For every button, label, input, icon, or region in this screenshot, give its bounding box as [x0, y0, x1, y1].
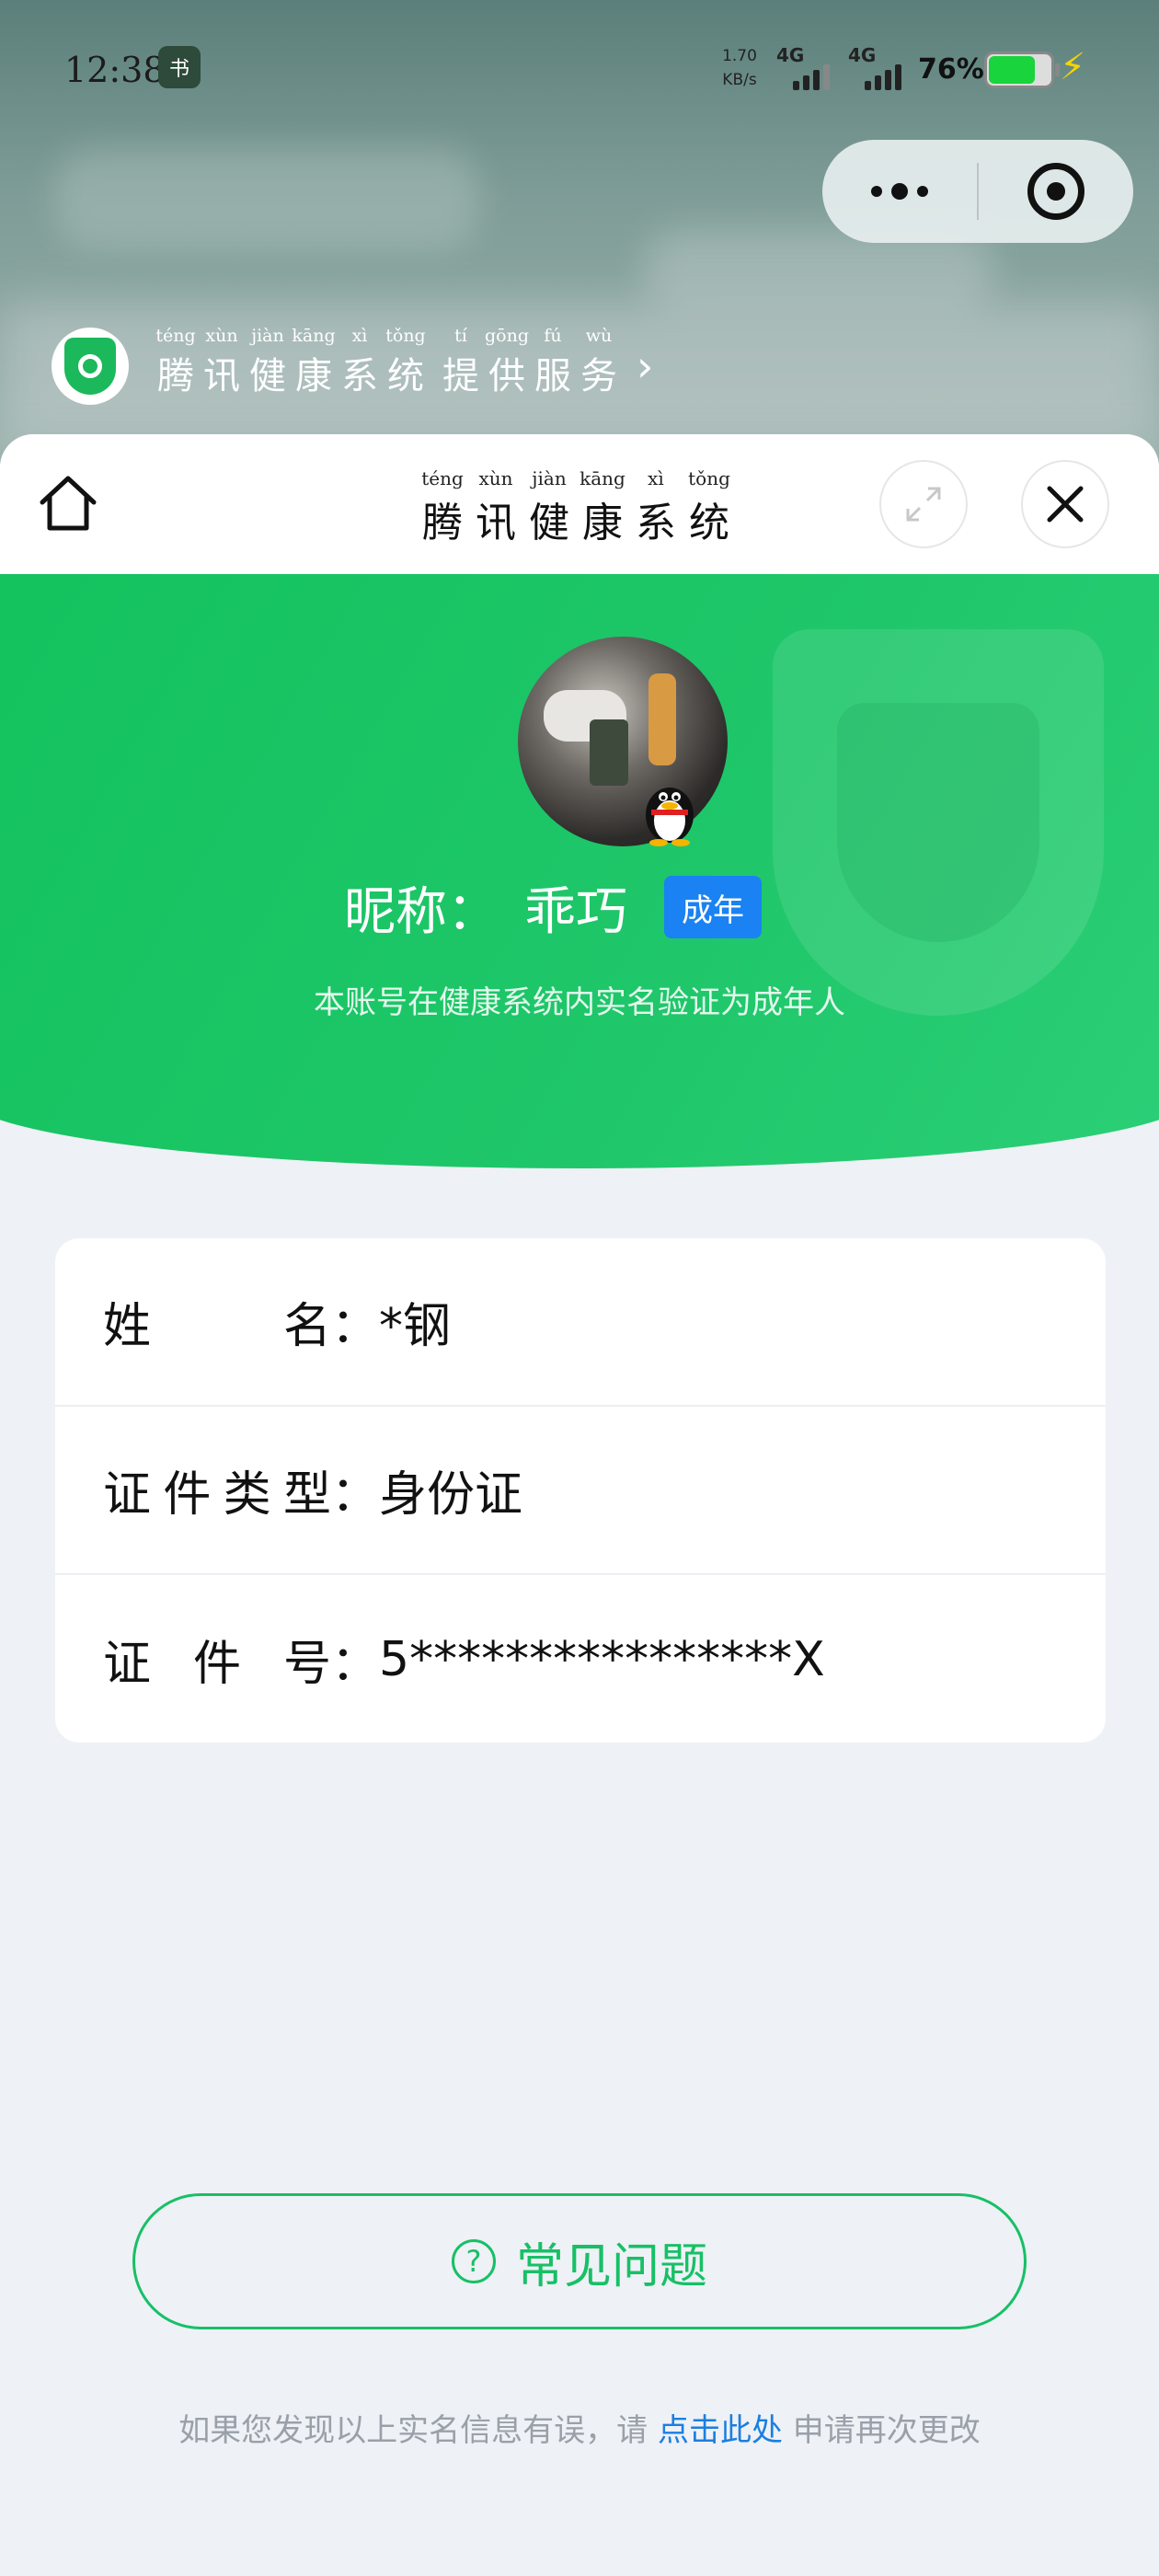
pinyin-syllable: téng	[421, 467, 464, 489]
hanzi-character: 系	[341, 355, 378, 397]
service-provider-link[interactable]: téng xùn jiàn kāng xì tǒng tí gōng fú wù 腾讯健康系统提供…	[52, 322, 653, 410]
hanzi-character: 统	[689, 500, 729, 546]
pinyin-syllable: wù	[585, 326, 613, 346]
adult-status-badge: 成年	[664, 876, 762, 938]
close-icon	[1047, 486, 1084, 523]
app-notification-icon: 书	[158, 46, 201, 88]
more-options-button[interactable]	[822, 140, 977, 243]
signal-indicator: 4G	[776, 44, 841, 90]
provider-pinyin: téng xùn jiàn kāng xì tǒng tí gōng fú wù	[153, 326, 622, 346]
hanzi-character: 提	[442, 355, 479, 397]
info-row-id-type: 证件类型： 身份证	[55, 1407, 1106, 1575]
hanzi-character: 务	[580, 355, 617, 397]
change-request-link[interactable]: 点击此处	[658, 2412, 783, 2449]
provider-text: téng xùn jiàn kāng xì tǒng tí gōng fú wù 腾讯健康系统提供…	[153, 326, 622, 399]
background-smear	[55, 147, 478, 248]
chevron-right-icon: ›	[637, 341, 654, 391]
info-value-name: *钢	[379, 1299, 452, 1354]
info-value-id-number: 5****************X	[379, 1631, 825, 1687]
expand-button[interactable]	[879, 460, 968, 548]
hanzi-character: 供	[488, 355, 525, 397]
pinyin-syllable: xùn	[478, 467, 513, 489]
footer-suffix: 申请再次更改	[783, 2412, 981, 2449]
identity-info-card: 姓名： *钢 证件类型： 身份证 证件号： 5****************X	[55, 1238, 1106, 1742]
faq-label: 常见问题	[515, 2238, 707, 2294]
info-row-id-number: 证件号： 5****************X	[55, 1575, 1106, 1742]
signal-bars-icon	[793, 64, 830, 90]
pinyin-syllable: kāng	[292, 326, 336, 346]
title-hanzi: 腾讯健康系统	[416, 489, 736, 548]
battery-percentage: 76%	[918, 53, 984, 86]
charging-icon: ⚡	[1060, 46, 1086, 88]
status-bar: 12:38 书 1.70 KB/s 4G 4G 76% ⚡	[0, 0, 1159, 138]
verification-description: 本账号在健康系统内实名验证为成年人	[314, 984, 845, 1021]
pinyin-syllable: jiàn	[532, 467, 567, 489]
question-icon: ?	[451, 2239, 496, 2283]
pinyin-syllable: gōng	[484, 326, 529, 346]
hanzi-character: 康	[295, 355, 332, 397]
pinyin-syllable: jiàn	[251, 326, 284, 346]
health-system-logo	[52, 328, 129, 405]
home-icon	[40, 476, 97, 531]
faq-button[interactable]: ? 常见问题	[132, 2193, 1027, 2329]
footer-prefix: 如果您发现以上实名信息有误，请	[178, 2412, 658, 2449]
info-label: 姓名：	[103, 1299, 379, 1354]
miniprogram-capsule	[822, 140, 1133, 243]
network-speed-value: 1.70	[722, 47, 757, 65]
pinyin-syllable: fú	[544, 326, 562, 346]
hanzi-character: 讯	[203, 355, 240, 397]
info-value-id-type: 身份证	[379, 1467, 523, 1523]
footer-note: 如果您发现以上实名信息有误，请 点击此处 申请再次更改	[0, 2405, 1159, 2450]
hanzi-character: 系	[636, 500, 676, 546]
sheet-header: téng xùn jiàn kāng xì tǒng 腾讯健康系统	[0, 434, 1159, 574]
sheet-title: téng xùn jiàn kāng xì tǒng 腾讯健康系统	[416, 467, 736, 548]
shield-watermark-inner	[837, 703, 1039, 942]
close-button[interactable]	[1021, 460, 1109, 548]
provider-hanzi: 腾讯健康系统提供服务	[153, 346, 622, 399]
pinyin-syllable: xì	[648, 467, 664, 489]
signal-label: 4G	[848, 44, 877, 66]
status-time: 12:38	[64, 50, 166, 90]
network-speed-unit: KB/s	[722, 71, 757, 89]
pinyin-syllable: tǒng	[688, 467, 730, 489]
hanzi-character: 健	[529, 500, 569, 546]
signal-indicator: 4G	[848, 44, 912, 90]
pinyin-syllable: tǒng	[385, 326, 426, 346]
shield-icon	[64, 338, 116, 395]
hanzi-character: 统	[387, 355, 424, 397]
home-button[interactable]	[33, 469, 103, 539]
hanzi-character: 康	[582, 500, 623, 546]
pinyin-syllable: tí	[454, 326, 467, 346]
nickname: 昵称： 乖巧	[344, 870, 627, 945]
pinyin-syllable: xùn	[205, 326, 238, 346]
nickname-value: 乖巧	[524, 882, 627, 942]
nickname-label: 昵称：	[344, 882, 499, 942]
hanzi-character: 腾	[157, 355, 194, 397]
signal-label: 4G	[776, 44, 805, 66]
pinyin-syllable: kāng	[580, 467, 625, 489]
hanzi-character: 服	[534, 355, 571, 397]
pinyin-syllable: xì	[351, 326, 368, 346]
hanzi-character: 健	[249, 355, 286, 397]
info-label: 证件号：	[103, 1637, 379, 1692]
expand-icon	[906, 487, 941, 522]
exit-miniprogram-button[interactable]	[979, 140, 1133, 243]
network-speed: 1.70 KB/s	[714, 44, 765, 92]
hanzi-character: 讯	[476, 500, 516, 546]
qq-penguin-icon	[640, 773, 699, 846]
title-pinyin: téng xùn jiàn kāng xì tǒng	[416, 467, 736, 489]
pinyin-syllable: téng	[155, 326, 196, 346]
info-row-name: 姓名： *钢	[55, 1238, 1106, 1407]
hanzi-character: 腾	[422, 500, 463, 546]
info-label: 证件类型：	[103, 1467, 379, 1523]
target-icon	[1027, 163, 1084, 220]
signal-bars-icon	[865, 64, 901, 90]
battery-icon	[984, 52, 1060, 88]
